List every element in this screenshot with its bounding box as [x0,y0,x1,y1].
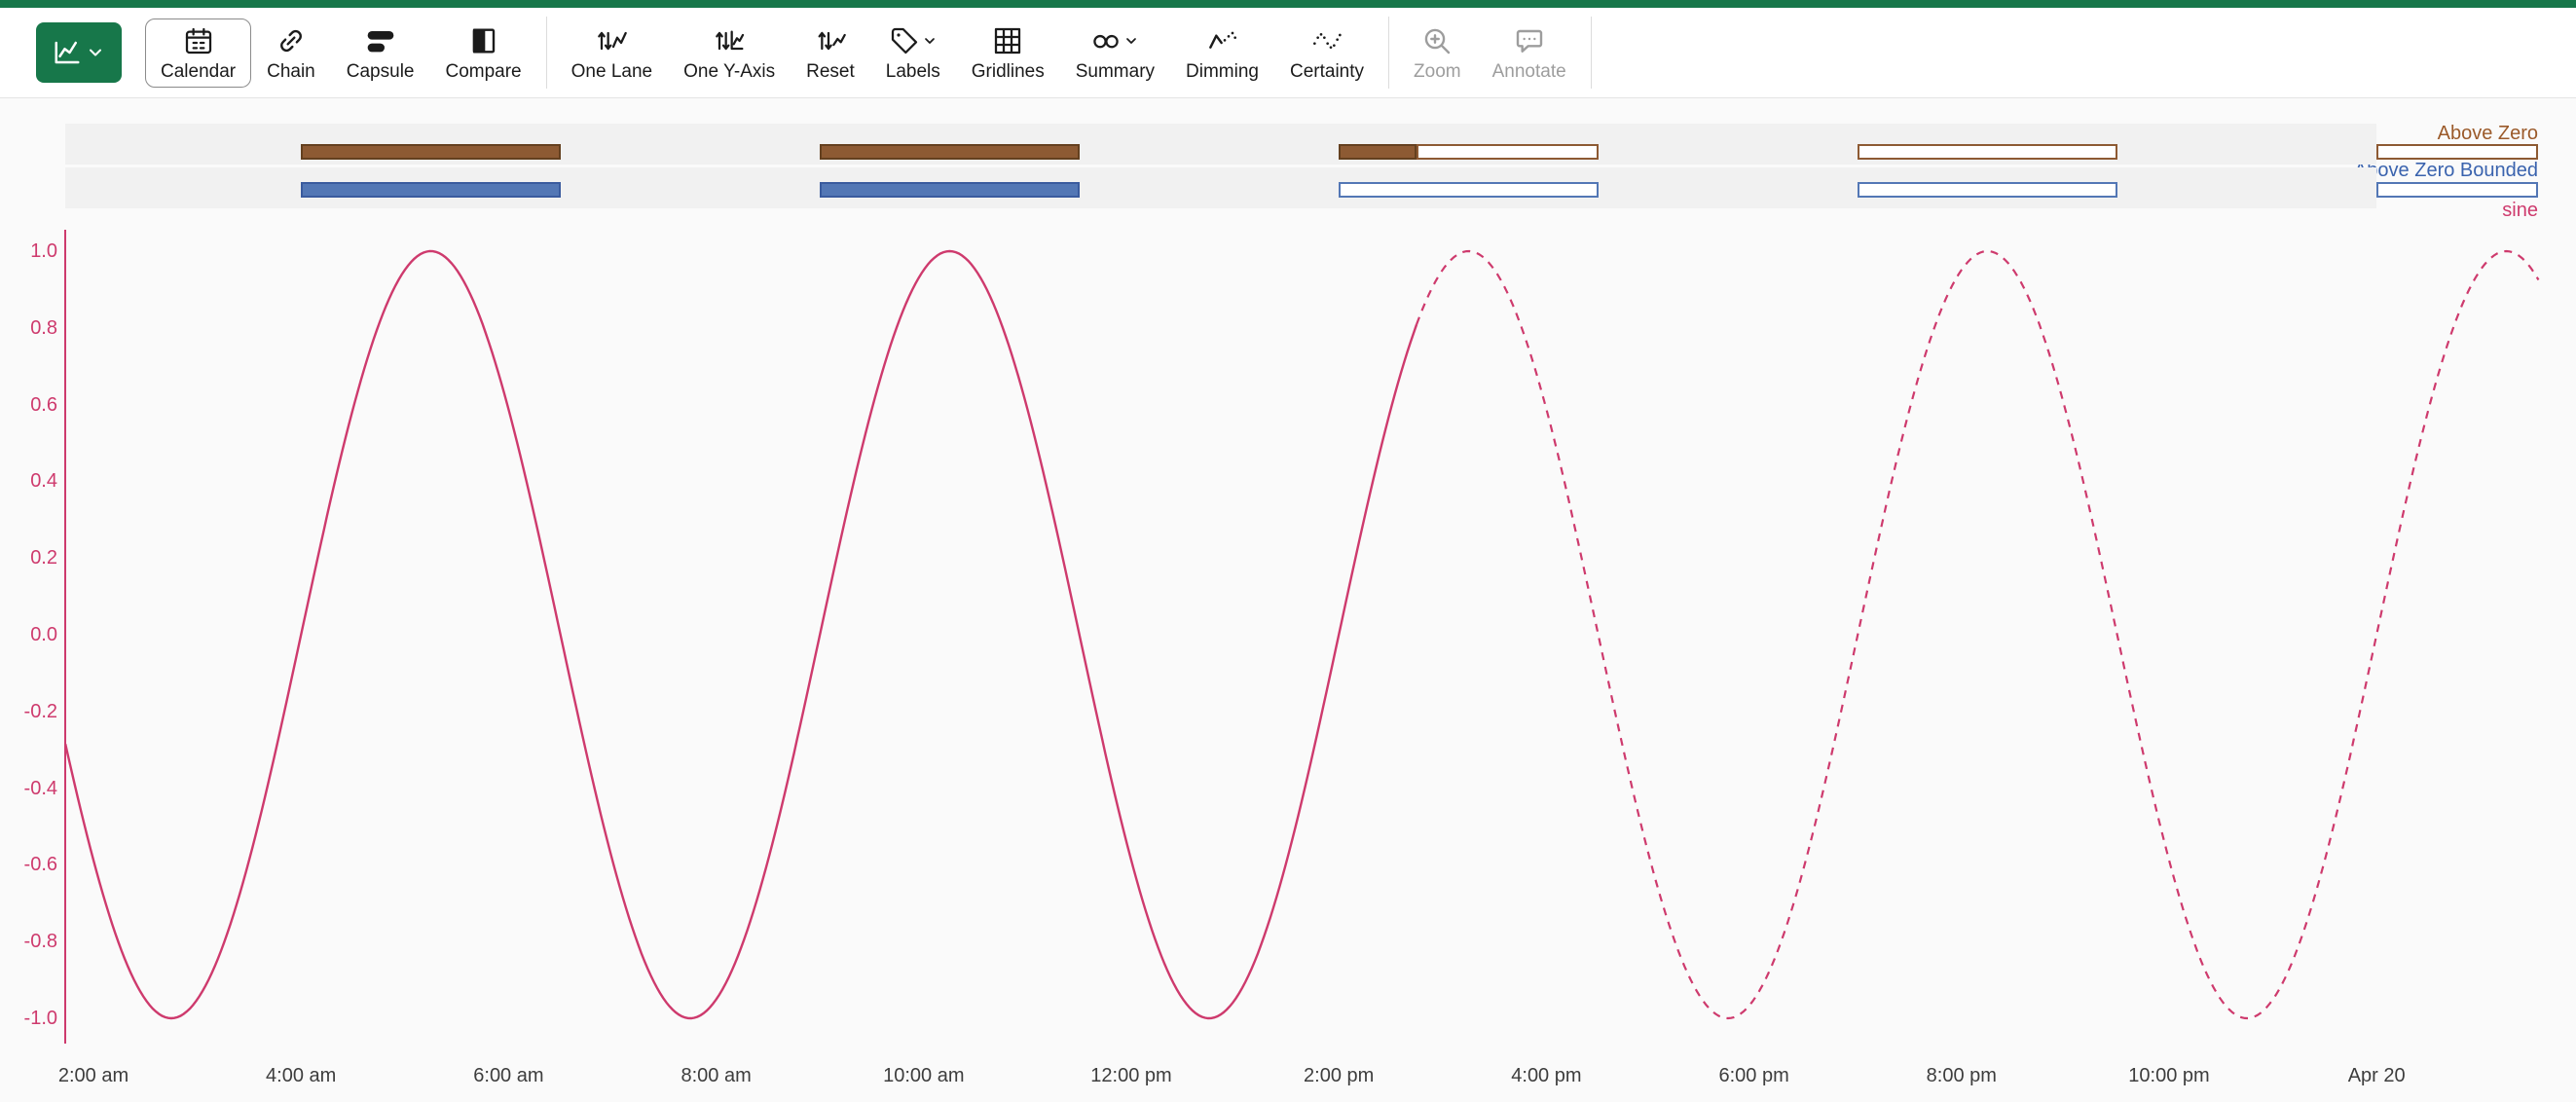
compare-icon [468,25,499,56]
chain-icon [276,25,307,56]
lane-interval-bar[interactable] [301,144,561,160]
one-y-axis-icon [714,25,745,56]
toolbar-button-one-y-axis[interactable]: One Y-Axis [668,18,791,88]
x-tick-label: 2:00 pm [1304,1065,1374,1087]
x-tick-label: 10:00 am [883,1065,964,1087]
toolbar-button-zoom[interactable]: Zoom [1398,18,1477,88]
toolbar-button-labels[interactable]: Labels [870,18,956,88]
toolbar-button-calendar[interactable]: Calendar [145,18,251,88]
icon-group [889,25,938,56]
calendar-icon [183,25,214,56]
reset-icon [815,25,846,56]
x-tick-label: 8:00 am [681,1065,751,1087]
annotate-icon [1514,25,1545,56]
x-tick-label: Apr 20 [2348,1065,2406,1087]
y-tick-label: -0.8 [4,931,57,952]
toolbar-button-annotate[interactable]: Annotate [1477,18,1582,88]
toolbar-button-label: Calendar [161,62,236,81]
toolbar-button-gridlines[interactable]: Gridlines [956,18,1060,88]
sine-line-past [65,251,1417,1018]
y-tick-label: 1.0 [4,240,57,262]
chart-area[interactable]: Above Zero Above Zero Bounded sine 1.0 0.… [0,98,2576,1102]
lane-interval-bar[interactable] [2376,144,2538,160]
x-tick-label: 4:00 am [266,1065,336,1087]
toolbar-button-label: Certainty [1290,62,1364,81]
chevron-down-icon [86,43,105,62]
lane-interval-bar[interactable] [2376,182,2538,198]
sine-line-future [1417,251,2538,1018]
lane-interval-bar[interactable] [301,182,561,198]
x-tick-label: 12:00 pm [1090,1065,1171,1087]
one-lane-icon [596,25,627,56]
toolbar-button-label: Gridlines [972,62,1045,81]
toolbar-button-one-lane[interactable]: One Lane [556,18,668,88]
toolbar-button-dimming[interactable]: Dimming [1170,18,1274,88]
toolbar-button-capsule[interactable]: Capsule [331,18,430,88]
toolbar-button-label: Zoom [1414,62,1461,81]
toolbar-separator [546,17,547,89]
lane-interval-bar[interactable] [1417,144,1599,160]
toolbar-button-label: Capsule [347,62,415,81]
capsule-icon [365,25,396,56]
top-accent-bar [0,0,2576,8]
lane-interval-bar[interactable] [820,182,1080,198]
lane-interval-bar[interactable] [1339,182,1599,198]
lane-interval-bar[interactable] [820,144,1080,160]
dimming-icon [1207,25,1238,56]
toolbar-button-chain[interactable]: Chain [251,18,331,88]
lane-label-above-zero[interactable]: Above Zero [2438,123,2538,144]
toolbar-button-reset[interactable]: Reset [791,18,870,88]
toolbar-separator [1591,17,1592,89]
x-tick-label: 2:00 am [58,1065,129,1087]
y-tick-label: -0.6 [4,854,57,875]
tag-icon [889,25,920,56]
toolbar-button-label: Labels [886,62,940,81]
toolbar-button-label: Dimming [1186,62,1259,81]
toolbar-button-label: Chain [267,62,315,81]
toolbar-button-label: Reset [806,62,855,81]
toolbar-button-label: Summary [1076,62,1155,81]
toolbar-button-compare[interactable]: Compare [429,18,536,88]
y-tick-label: -0.4 [4,778,57,799]
chevron-down-icon [1123,33,1139,49]
toolbar-button-label: One Y-Axis [683,62,775,81]
y-tick-label: 0.4 [4,470,57,492]
y-tick-label: -0.2 [4,701,57,722]
x-tick-label: 6:00 am [473,1065,543,1087]
icon-group [1090,25,1139,56]
lane-interval-bar[interactable] [1858,144,2117,160]
toolbar-button-certainty[interactable]: Certainty [1274,18,1380,88]
toolbar-button-label: One Lane [571,62,652,81]
gridlines-icon [992,25,1023,56]
toolbar: Calendar Chain Capsule Compare One Lane … [0,8,2576,98]
x-tick-label: 4:00 pm [1511,1065,1581,1087]
zoom-in-icon [1421,25,1453,56]
chart-type-dropdown-button[interactable] [36,22,122,83]
certainty-icon [1311,25,1343,56]
toolbar-separator [1388,17,1389,89]
lane-label-above-zero-bounded[interactable]: Above Zero Bounded [2354,160,2538,181]
y-tick-label: 0.6 [4,394,57,416]
summary-icon [1090,25,1122,56]
app-window: Calendar Chain Capsule Compare One Lane … [0,0,2576,1102]
y-tick-label: 0.0 [4,624,57,645]
y-tick-label: 0.8 [4,317,57,339]
y-tick-label: -1.0 [4,1008,57,1029]
chevron-down-icon [922,33,938,49]
y-axis-line [64,230,66,1044]
sine-plot [0,98,2576,1102]
y-tick-label: 0.2 [4,547,57,569]
x-tick-label: 10:00 pm [2128,1065,2209,1087]
toolbar-button-label: Compare [445,62,521,81]
series-label-sine[interactable]: sine [2502,200,2538,221]
lane-interval-bar[interactable] [1858,182,2117,198]
toolbar-button-label: Annotate [1492,62,1566,81]
x-tick-label: 6:00 pm [1718,1065,1788,1087]
lane-interval-bar[interactable] [1339,144,1417,160]
toolbar-button-summary[interactable]: Summary [1060,18,1170,88]
line-chart-icon [53,38,82,67]
x-tick-label: 8:00 pm [1927,1065,1997,1087]
